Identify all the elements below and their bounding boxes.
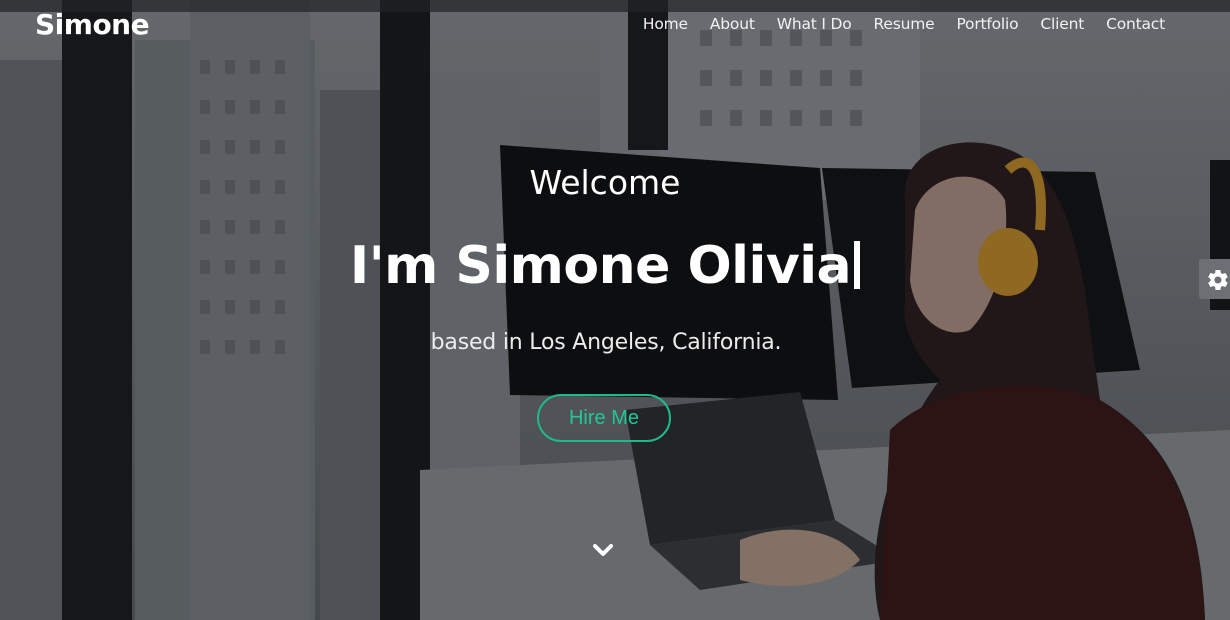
- hero-section: Welcome I'm Simone Olivia based in Los A…: [0, 0, 1230, 620]
- typing-cursor: [854, 241, 861, 289]
- gear-icon: [1208, 270, 1228, 290]
- welcome-heading: Welcome: [529, 163, 681, 202]
- hero-headline: I'm Simone Olivia: [0, 236, 1210, 296]
- settings-toggle[interactable]: [1199, 259, 1230, 299]
- chevron-down-icon: [593, 544, 613, 556]
- scroll-down-link[interactable]: [591, 540, 615, 560]
- location-text: based in Los Angeles, California.: [430, 330, 782, 355]
- headline-text: I'm Simone Olivia: [349, 236, 852, 296]
- hire-me-button[interactable]: Hire Me: [537, 394, 671, 442]
